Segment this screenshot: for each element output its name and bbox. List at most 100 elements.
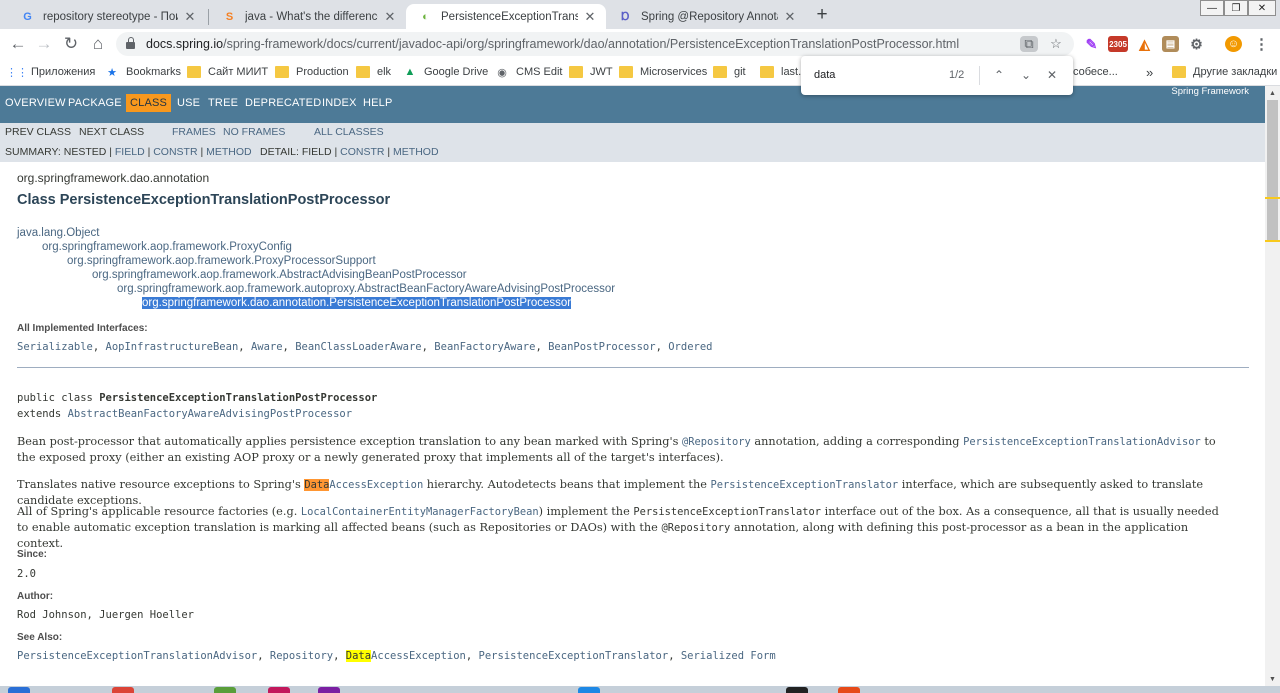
nav-package[interactable]: PACKAGE	[68, 97, 122, 109]
bookmark-sobes[interactable]: собесе...	[1073, 64, 1118, 80]
taskbar-app-icon[interactable]	[786, 687, 808, 693]
taskbar-app-icon[interactable]	[214, 687, 236, 693]
interface-link[interactable]: AopInfrastructureBean	[106, 341, 239, 353]
interface-link[interactable]: BeanFactoryAware	[434, 341, 535, 353]
close-window-button[interactable]: ✕	[1248, 0, 1276, 16]
tab-spring-repository[interactable]: Ɒ Spring @Repository Annotation ✕	[606, 4, 806, 29]
bookmark-miit[interactable]: Сайт МИИТ	[187, 64, 268, 80]
repository-link[interactable]: @Repository	[682, 436, 751, 448]
close-tab-icon[interactable]: ✕	[782, 9, 798, 25]
bookmark-microservices[interactable]: Microservices	[619, 64, 707, 80]
tab-javadoc[interactable]: ◐ PersistenceExceptionTranslationP ✕	[406, 4, 606, 29]
inheritance-proxyconfig[interactable]: org.springframework.aop.framework.ProxyC…	[42, 241, 292, 253]
bookmark-lastfm[interactable]: last.f	[760, 64, 804, 80]
find-prev-icon[interactable]: ⌃	[990, 66, 1008, 84]
summary-constr-link[interactable]: CONSTR	[153, 146, 197, 158]
scrollbar-thumb[interactable]	[1267, 100, 1278, 240]
back-icon[interactable]: ←	[8, 34, 28, 54]
bookmark-production[interactable]: Production	[275, 64, 349, 80]
frames-link[interactable]: FRAMES	[172, 126, 216, 138]
interface-link[interactable]: BeanClassLoaderAware	[295, 341, 421, 353]
inheritance-object[interactable]: java.lang.Object	[17, 227, 99, 239]
tab-google-search[interactable]: G repository stereotype - Поиск в Google…	[8, 4, 206, 29]
translate-icon[interactable]: ⧉	[1020, 36, 1038, 52]
interface-link[interactable]: Aware	[251, 341, 283, 353]
url-text[interactable]: docs.spring.io/spring-framework/docs/cur…	[146, 37, 959, 51]
bookmark-git[interactable]: git	[713, 64, 746, 80]
nav-use[interactable]: USE	[177, 97, 200, 109]
find-input[interactable]: data	[814, 69, 835, 81]
restore-button[interactable]: ❐	[1224, 0, 1248, 16]
taskbar-app-icon[interactable]	[268, 687, 290, 693]
nav-overview[interactable]: OVERVIEW	[5, 97, 66, 109]
see-also-link[interactable]: PersistenceExceptionTranslator	[479, 650, 669, 662]
bag-extension-icon[interactable]: ▤	[1162, 36, 1179, 52]
nav-index[interactable]: INDEX	[322, 97, 357, 109]
divider	[17, 367, 1249, 368]
bookmark-bookmarks[interactable]: ★ Bookmarks	[105, 64, 181, 80]
find-next-icon[interactable]: ⌄	[1017, 66, 1035, 84]
bookmark-elk[interactable]: elk	[356, 64, 391, 80]
forward-icon[interactable]: →	[34, 34, 54, 54]
minimize-button[interactable]: —	[1200, 0, 1224, 16]
taskbar-app-icon[interactable]	[838, 687, 860, 693]
emf-bean-link[interactable]: LocalContainerEntityManagerFactoryBean	[301, 506, 539, 518]
bookmark-google-drive[interactable]: ▲ Google Drive	[403, 64, 489, 80]
bookmark-apps[interactable]: ⋮⋮ Приложения	[6, 64, 95, 80]
menu-icon[interactable]: ⋮	[1253, 36, 1270, 53]
reload-icon[interactable]: ↻	[61, 34, 81, 54]
home-icon[interactable]: ⌂	[88, 34, 108, 54]
translator-link[interactable]: PersistenceExceptionTranslator	[711, 479, 899, 491]
new-tab-button[interactable]: +	[812, 4, 832, 25]
page-scrollbar[interactable]: ▲ ▼	[1265, 86, 1280, 686]
find-close-icon[interactable]: ✕	[1043, 66, 1061, 84]
see-also-link[interactable]: DataAccessException	[345, 650, 466, 662]
address-bar[interactable]: docs.spring.io/spring-framework/docs/cur…	[116, 32, 1074, 56]
taskbar-app-icon[interactable]	[112, 687, 134, 693]
detail-method-link[interactable]: METHOD	[393, 146, 439, 158]
interface-link[interactable]: BeanPostProcessor	[548, 341, 655, 353]
close-tab-icon[interactable]: ✕	[182, 9, 198, 25]
nav-tree[interactable]: TREE	[208, 97, 238, 109]
close-tab-icon[interactable]: ✕	[382, 9, 398, 25]
lock-icon[interactable]	[126, 37, 135, 49]
tab-stackoverflow[interactable]: S java - What's the difference betw ✕	[210, 4, 406, 29]
all-classes-link[interactable]: ALL CLASSES	[314, 126, 384, 138]
see-also-link[interactable]: PersistenceExceptionTranslationAdvisor	[17, 650, 257, 662]
start-icon[interactable]	[8, 687, 30, 693]
taskbar-app-icon[interactable]	[318, 687, 340, 693]
bookmark-cms-edit[interactable]: ◉ CMS Edit	[495, 64, 562, 80]
advisor-link[interactable]: PersistenceExceptionTranslationAdvisor	[963, 436, 1201, 448]
gear-extension-icon[interactable]: ⚙	[1188, 36, 1205, 52]
see-also-link[interactable]: Serialized Form	[681, 650, 776, 662]
nav-help[interactable]: HELP	[363, 97, 393, 109]
detail-constr-link[interactable]: CONSTR	[340, 146, 384, 158]
dataaccessexception-link[interactable]: DataAccessException	[304, 479, 423, 491]
divider	[979, 66, 980, 85]
bookmark-jwt[interactable]: JWT	[569, 64, 613, 80]
inheritance-abstractadvising[interactable]: org.springframework.aop.framework.Abstra…	[92, 269, 467, 281]
inheritance-proxyprocessorsupport[interactable]: org.springframework.aop.framework.ProxyP…	[67, 255, 376, 267]
scroll-up-icon[interactable]: ▲	[1265, 86, 1280, 100]
profile-avatar[interactable]: ☺	[1225, 36, 1242, 52]
bookmarks-overflow-button[interactable]: »	[1146, 64, 1153, 80]
nav-deprecated[interactable]: DEPRECATED	[245, 97, 321, 109]
pen-extension-icon[interactable]: ✎	[1083, 36, 1100, 52]
triangle-extension-icon[interactable]: ◭	[1136, 36, 1153, 52]
interface-link[interactable]: Serializable	[17, 341, 93, 353]
summary-method-link[interactable]: METHOD	[206, 146, 252, 158]
detail-nav: DETAIL: FIELD | CONSTR | METHOD	[260, 146, 439, 158]
mail-badge-icon[interactable]: 2305	[1108, 36, 1128, 52]
taskbar-app-icon[interactable]	[578, 687, 600, 693]
see-also-link[interactable]: Repository	[270, 650, 333, 662]
superclass-link[interactable]: AbstractBeanFactoryAwareAdvisingPostProc…	[68, 408, 352, 420]
scroll-down-icon[interactable]: ▼	[1265, 672, 1280, 686]
close-tab-icon[interactable]: ✕	[582, 9, 598, 25]
bookmark-other[interactable]: Другие закладки	[1172, 64, 1277, 80]
inheritance-abstractbeanfactoryaware[interactable]: org.springframework.aop.framework.autopr…	[117, 283, 615, 295]
find-match-count: 1/2	[949, 69, 965, 81]
no-frames-link[interactable]: NO FRAMES	[223, 126, 285, 138]
interface-link[interactable]: Ordered	[668, 341, 712, 353]
bookmark-star-icon[interactable]: ☆	[1047, 36, 1065, 52]
summary-field-link[interactable]: FIELD	[115, 146, 145, 158]
